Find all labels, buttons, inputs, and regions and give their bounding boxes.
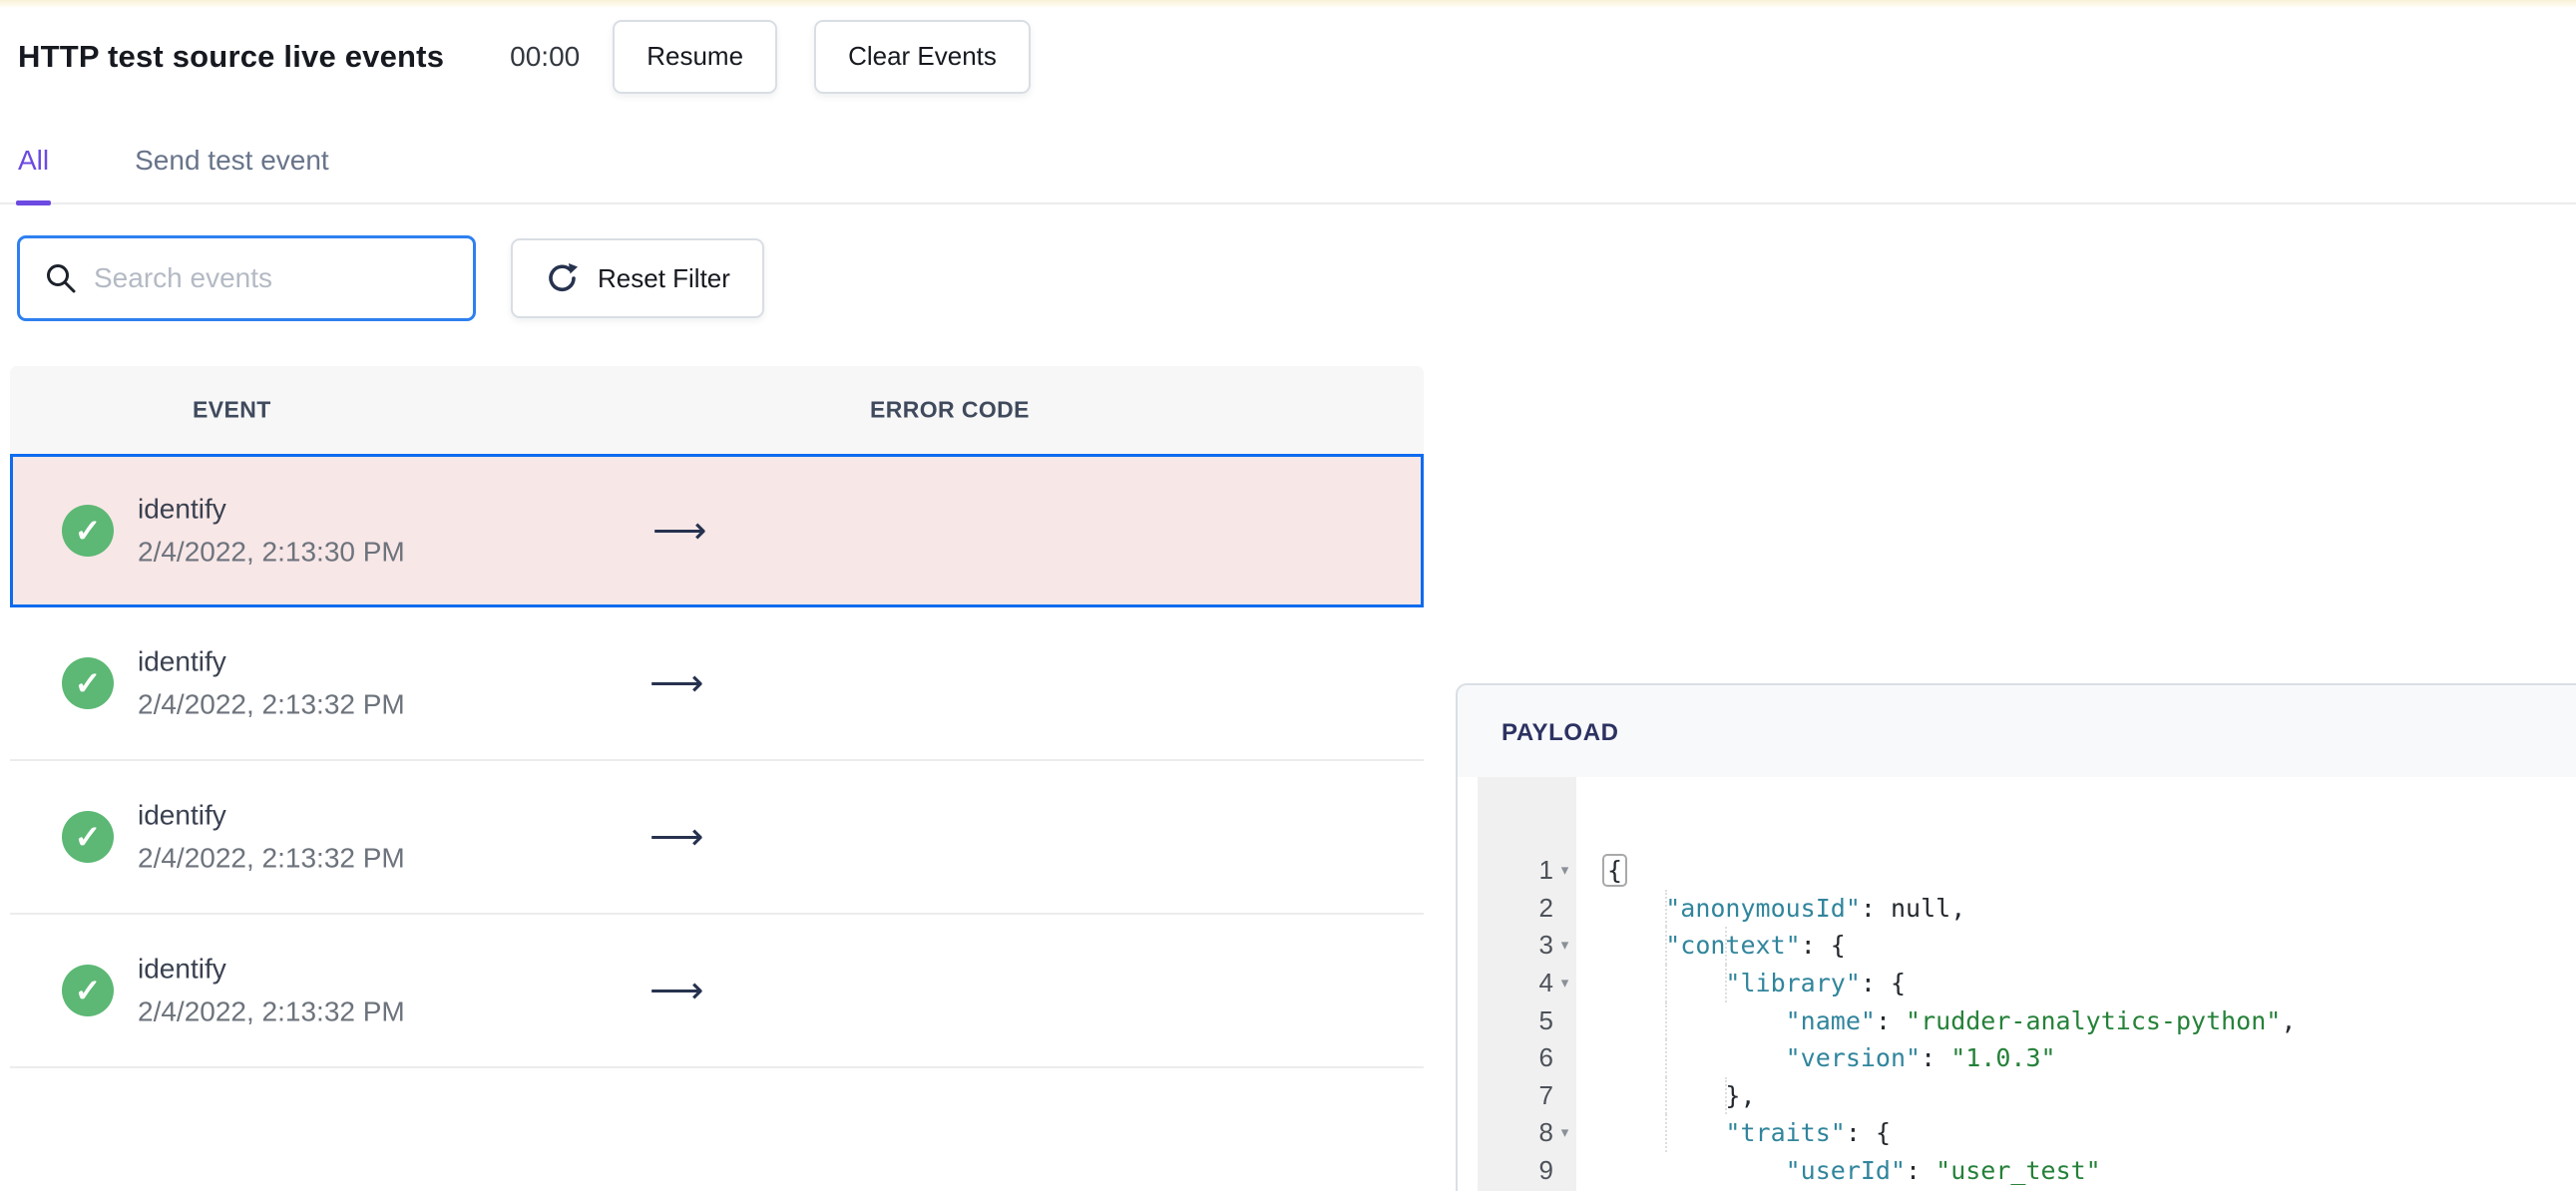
column-header-error-code: ERROR CODE <box>870 396 1030 423</box>
code-line: 11▾ }, <box>1458 1152 2576 1190</box>
code-line: 7▾ }, <box>1458 1001 2576 1110</box>
tab-all[interactable]: All <box>15 145 52 205</box>
event-info: identify 2/4/2022, 2:13:32 PM <box>138 800 405 875</box>
page-title: HTTP test source live events <box>18 38 445 74</box>
success-check-icon: ✓ <box>62 657 114 709</box>
event-row[interactable]: ✓ identify 2/4/2022, 2:13:32 PM ⟶ <box>10 915 1424 1068</box>
arrow-right-icon: ⟶ <box>652 510 707 553</box>
event-row[interactable]: ✓ identify 2/4/2022, 2:13:30 PM ⟶ <box>10 454 1424 607</box>
reset-filter-label: Reset Filter <box>598 262 730 293</box>
success-check-icon: ✓ <box>62 811 114 863</box>
event-timestamp: 2/4/2022, 2:13:32 PM <box>138 842 405 874</box>
clear-events-button[interactable]: Clear Events <box>814 19 1031 94</box>
reset-filter-button[interactable]: Reset Filter <box>511 238 764 318</box>
table-body: ✓ identify 2/4/2022, 2:13:30 PM ⟶ ✓ iden… <box>10 454 1424 1068</box>
tab-bar: All Send test event <box>0 106 2576 205</box>
code-line: 6▾ "version": "1.0.3" <box>1458 964 2576 1072</box>
search-icon <box>47 264 76 293</box>
event-info: identify 2/4/2022, 2:13:32 PM <box>138 954 405 1028</box>
event-timestamp: 2/4/2022, 2:13:32 PM <box>138 688 405 720</box>
indent-guide <box>1725 964 1728 1002</box>
indent-guide <box>1665 964 1668 1002</box>
resume-button[interactable]: Resume <box>613 19 778 94</box>
table-header: EVENT ERROR CODE <box>10 366 1424 454</box>
event-info: identify 2/4/2022, 2:13:30 PM <box>138 494 405 569</box>
indent-guide <box>1665 1001 1668 1040</box>
event-info: identify 2/4/2022, 2:13:32 PM <box>138 646 405 721</box>
arrow-right-icon: ⟶ <box>649 816 704 859</box>
event-timestamp: 2/4/2022, 2:13:30 PM <box>138 536 405 568</box>
indent-guide <box>1665 1039 1668 1077</box>
column-header-event: EVENT <box>193 396 271 423</box>
indent-guide <box>1725 1076 1728 1115</box>
live-timer: 00:00 <box>510 40 581 72</box>
success-check-icon: ✓ <box>62 505 114 557</box>
payload-json-editor[interactable]: 1▾ { 2▾ "anonymousId": null, 3▾ "context… <box>1458 777 2576 1191</box>
event-name: identify <box>138 799 226 831</box>
indent-guide <box>1665 1114 1668 1152</box>
code-line: 1 ▾ { <box>1458 777 2576 888</box>
arrow-right-icon: ⟶ <box>649 662 704 705</box>
payload-header: PAYLOAD <box>1502 719 1619 746</box>
tab-send-test-event[interactable]: Send test event <box>135 145 329 202</box>
code-line: 8 ▾ "traits": { <box>1458 1039 2576 1147</box>
code-line: 4 ▾ "library": { <box>1458 889 2576 997</box>
indent-guide <box>1665 927 1668 965</box>
code-line: 9▾ "userId": "user_test" <box>1458 1076 2576 1185</box>
search-events-box[interactable] <box>17 235 476 321</box>
filter-row: Reset Filter <box>0 235 2576 321</box>
page-header: HTTP test source live events 00:00 Resum… <box>0 7 2576 106</box>
indent-guide <box>1725 927 1728 965</box>
search-input[interactable] <box>94 262 433 294</box>
success-check-icon: ✓ <box>62 965 114 1016</box>
event-timestamp: 2/4/2022, 2:13:32 PM <box>138 995 405 1027</box>
refresh-icon <box>549 263 578 291</box>
code-line: 2▾ "anonymousId": null, <box>1458 815 2576 923</box>
payload-panel: PAYLOAD 1▾ { 2▾ "anonymousId": null, 3▾ … <box>1456 683 2576 1191</box>
indent-guide <box>1665 889 1668 928</box>
event-name: identify <box>138 953 226 985</box>
indent-guide <box>1665 1076 1668 1115</box>
arrow-right-icon: ⟶ <box>649 970 704 1012</box>
top-banner-edge <box>0 0 2576 7</box>
event-name: identify <box>138 493 226 525</box>
code-line: 3 ▾ "context": { <box>1458 852 2576 960</box>
event-row[interactable]: ✓ identify 2/4/2022, 2:13:32 PM ⟶ <box>10 761 1424 915</box>
code-line: 5▾ "name": "rudder-analytics-python", <box>1458 927 2576 1035</box>
code-line: 10▾ } <box>1458 1114 2576 1152</box>
event-row[interactable]: ✓ identify 2/4/2022, 2:13:32 PM ⟶ <box>10 607 1424 761</box>
events-table: EVENT ERROR CODE ✓ identify 2/4/2022, 2:… <box>10 366 1424 1068</box>
event-name: identify <box>138 645 226 677</box>
